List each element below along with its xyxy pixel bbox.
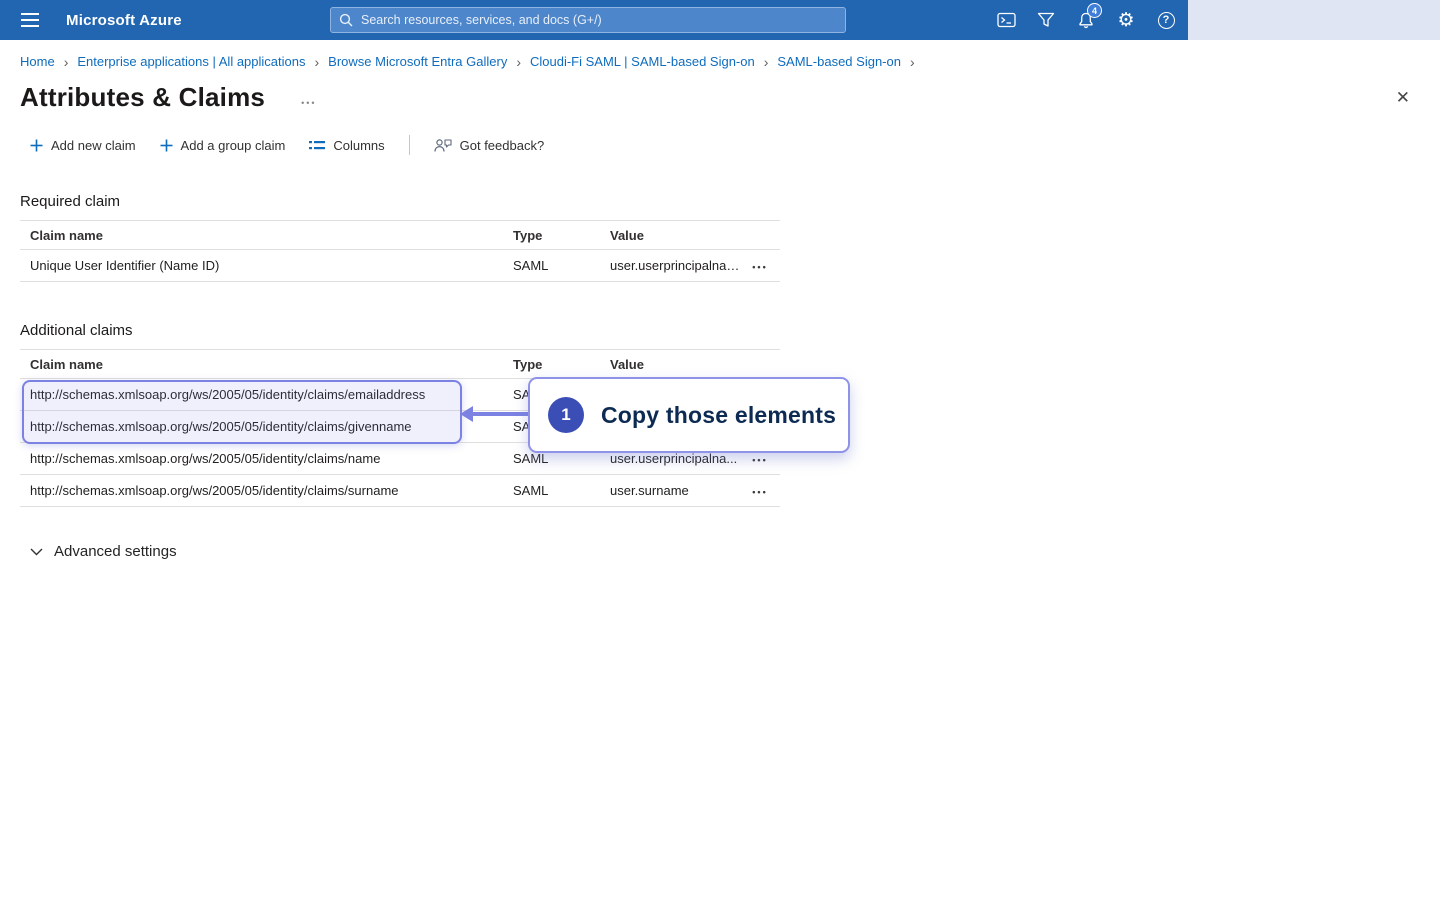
- plus-icon: [30, 139, 43, 152]
- column-header-type: Type: [513, 228, 610, 243]
- columns-label: Columns: [333, 138, 384, 153]
- required-claims-table: Claim name Type Value Unique User Identi…: [20, 220, 780, 282]
- directory-filter-button[interactable]: [1026, 0, 1066, 40]
- got-feedback-label: Got feedback?: [460, 138, 545, 153]
- menu-button[interactable]: [8, 0, 52, 40]
- cloud-shell-icon: [997, 12, 1016, 28]
- hamburger-icon: [21, 13, 39, 27]
- columns-icon: [309, 139, 325, 151]
- annotation-arrow-line: [472, 412, 528, 416]
- row-menu-button[interactable]: •••: [750, 485, 769, 499]
- claim-name-cell[interactable]: http://schemas.xmlsoap.org/ws/2005/05/id…: [20, 419, 513, 434]
- gear-icon: ⚙: [1117, 11, 1134, 30]
- account-area: [1188, 0, 1440, 40]
- add-new-claim-button[interactable]: Add new claim: [30, 138, 136, 153]
- top-bar: Microsoft Azure 4: [0, 0, 1440, 40]
- help-icon: ?: [1158, 12, 1175, 29]
- table-row-surname[interactable]: http://schemas.xmlsoap.org/ws/2005/05/id…: [20, 475, 780, 507]
- column-header-claim-name: Claim name: [20, 357, 513, 372]
- additional-claims-wrapper: Claim name Type Value http://schemas.xml…: [20, 349, 780, 507]
- notification-badge: 4: [1087, 3, 1102, 18]
- chevron-down-icon: [30, 548, 43, 556]
- claim-name-cell[interactable]: http://schemas.xmlsoap.org/ws/2005/05/id…: [20, 483, 513, 498]
- chevron-right-icon: ›: [764, 55, 769, 69]
- feedback-icon: [434, 138, 452, 153]
- advanced-settings-label: Advanced settings: [54, 543, 177, 560]
- column-header-type: Type: [513, 357, 610, 372]
- notifications-button[interactable]: 4: [1066, 0, 1106, 40]
- add-new-claim-label: Add new claim: [51, 138, 136, 153]
- search-icon: [339, 13, 353, 27]
- breadcrumb-home[interactable]: Home: [20, 54, 55, 69]
- chevron-right-icon: ›: [910, 55, 915, 69]
- global-search: [330, 7, 846, 33]
- chevron-right-icon: ›: [64, 55, 69, 69]
- additional-claims-heading: Additional claims: [20, 322, 1440, 339]
- plus-icon: [160, 139, 173, 152]
- brand-title[interactable]: Microsoft Azure: [66, 0, 182, 40]
- table-header-row: Claim name Type Value: [20, 220, 780, 250]
- topbar-icon-group: 4 ⚙ ?: [986, 0, 1186, 40]
- add-group-claim-button[interactable]: Add a group claim: [160, 138, 286, 153]
- page-header: Attributes & Claims ••• ✕: [0, 69, 1440, 113]
- add-group-claim-label: Add a group claim: [181, 138, 286, 153]
- row-menu-button[interactable]: •••: [750, 260, 769, 274]
- table-header-row: Claim name Type Value: [20, 349, 780, 379]
- help-button[interactable]: ?: [1146, 0, 1186, 40]
- column-header-claim-name: Claim name: [20, 228, 513, 243]
- annotation-callout: 1 Copy those elements: [528, 377, 850, 453]
- page-title: Attributes & Claims: [20, 82, 265, 113]
- breadcrumb-enterprise-applications[interactable]: Enterprise applications | All applicatio…: [77, 54, 305, 69]
- got-feedback-button[interactable]: Got feedback?: [434, 138, 545, 153]
- claim-name-cell[interactable]: http://schemas.xmlsoap.org/ws/2005/05/id…: [20, 451, 513, 466]
- annotation-label: Copy those elements: [601, 402, 836, 429]
- directory-filter-icon: [1037, 12, 1055, 28]
- table-row[interactable]: Unique User Identifier (Name ID) SAML us…: [20, 250, 780, 282]
- required-claim-heading: Required claim: [20, 193, 1440, 210]
- chevron-right-icon: ›: [516, 55, 521, 69]
- column-header-value: Value: [610, 228, 740, 243]
- step-number-badge: 1: [548, 397, 584, 433]
- search-input[interactable]: [330, 7, 846, 33]
- claim-value-cell: user.userprincipalna...: [610, 451, 740, 466]
- claim-type-cell: SAML: [513, 483, 610, 498]
- column-header-value: Value: [610, 357, 740, 372]
- claim-name-cell[interactable]: Unique User Identifier (Name ID): [20, 258, 513, 273]
- breadcrumb: Home › Enterprise applications | All app…: [0, 40, 1440, 69]
- row-menu-button[interactable]: •••: [750, 453, 769, 467]
- claim-type-cell: SAML: [513, 451, 610, 466]
- toolbar-divider: [409, 135, 410, 155]
- claim-type-cell: SAML: [513, 258, 610, 273]
- breadcrumb-entra-gallery[interactable]: Browse Microsoft Entra Gallery: [328, 54, 507, 69]
- advanced-settings-toggle[interactable]: Advanced settings: [30, 543, 177, 560]
- breadcrumb-cloudi-fi-saml[interactable]: Cloudi-Fi SAML | SAML-based Sign-on: [530, 54, 755, 69]
- claim-value-cell: user.surname: [610, 483, 740, 498]
- close-icon: ✕: [1396, 88, 1410, 107]
- claim-value-cell: user.userprincipalnam...: [610, 258, 740, 273]
- columns-button[interactable]: Columns: [309, 138, 384, 153]
- claim-name-cell[interactable]: http://schemas.xmlsoap.org/ws/2005/05/id…: [20, 387, 513, 402]
- breadcrumb-saml-sign-on[interactable]: SAML-based Sign-on: [777, 54, 901, 69]
- cloud-shell-button[interactable]: [986, 0, 1026, 40]
- title-context-menu-button[interactable]: •••: [295, 97, 322, 109]
- settings-button[interactable]: ⚙: [1106, 0, 1146, 40]
- command-bar: Add new claim Add a group claim Columns …: [0, 135, 1440, 155]
- chevron-right-icon: ›: [314, 55, 319, 69]
- close-button[interactable]: ✕: [1392, 84, 1414, 112]
